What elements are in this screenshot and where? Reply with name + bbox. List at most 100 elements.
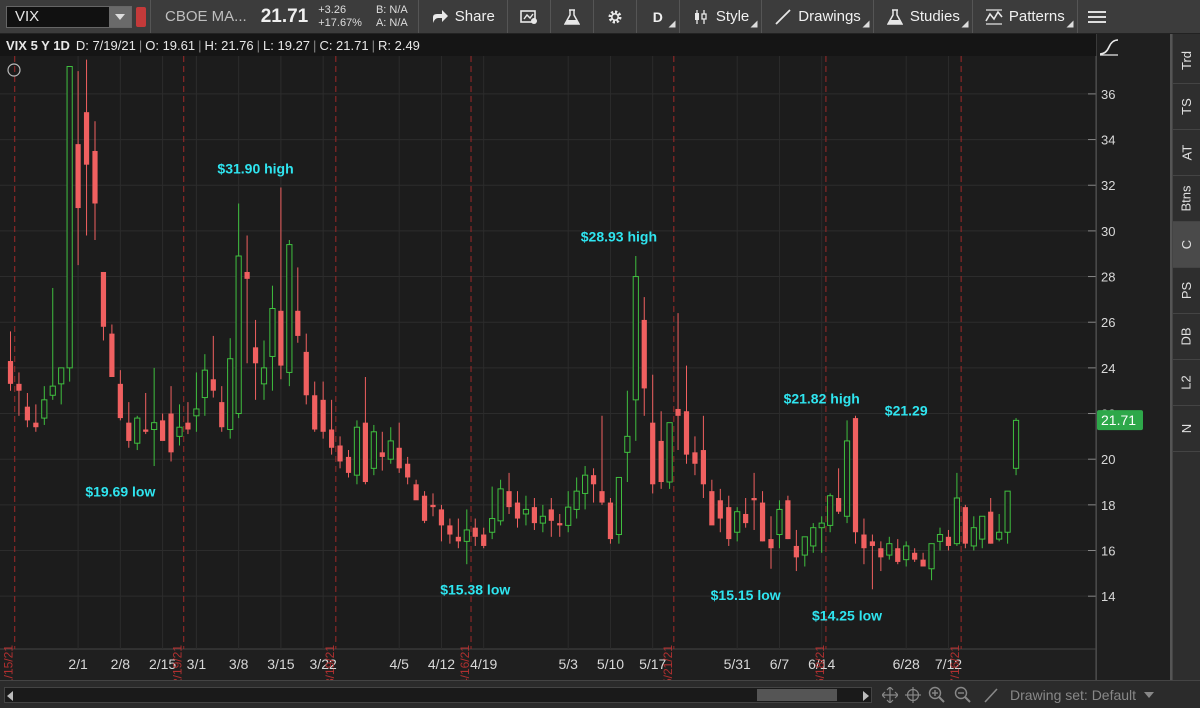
candle-body-down[interactable] [447,525,453,535]
candle-body-up[interactable] [615,476,622,536]
candle-body-down[interactable] [252,347,259,364]
candle-body-down[interactable] [24,406,30,421]
candle-body-down[interactable] [692,452,698,464]
candle-body-up[interactable] [624,435,631,453]
candle-body-up[interactable] [193,408,200,417]
candle-body-down[interactable] [700,450,706,485]
candle-body-down[interactable] [852,418,859,533]
candle-body-down[interactable] [548,509,554,521]
style-button[interactable]: Style [680,0,763,33]
candle-body-up[interactable] [928,543,935,570]
candle-body-down[interactable] [793,545,799,558]
candle-body-up[interactable] [970,527,977,547]
candle-body-up[interactable] [818,522,825,529]
candle-body-up[interactable] [886,543,893,556]
link-flag-icon[interactable] [136,6,146,27]
candle-body-down[interactable] [920,559,926,567]
candle-body-down[interactable] [641,319,647,389]
candle-body-up[interactable] [827,495,834,526]
candle-body-down[interactable] [168,413,174,453]
candle-body-down[interactable] [962,507,968,544]
candle-body-up[interactable] [565,506,572,526]
symbol-dropdown-icon[interactable] [109,6,131,27]
candle-body-up[interactable] [801,536,808,556]
candle-body-up[interactable] [58,367,65,385]
candle-body-down[interactable] [751,498,757,501]
scroll-thumb[interactable] [757,689,837,701]
candle-body-down[interactable] [312,395,318,430]
candle-body-up[interactable] [843,440,851,517]
candle-body-down[interactable] [421,495,428,521]
patterns-button[interactable]: Patterns [973,0,1078,33]
period-button[interactable]: D [637,0,680,33]
scroll-left-icon[interactable] [7,691,13,701]
candle-body-up[interactable] [176,426,183,437]
candle-body-up[interactable] [260,367,268,385]
sidebar-tab-btns[interactable]: Btns [1173,176,1200,222]
sidebar-tab-trd[interactable]: Trd [1173,38,1200,84]
candle-body-up[interactable] [497,488,504,522]
candle-body-down[interactable] [160,420,166,441]
candle-body-down[interactable] [185,422,191,430]
settings-button[interactable] [594,0,637,33]
candle-body-down[interactable] [329,429,335,448]
candle-body-down[interactable] [658,440,664,483]
symbol-input[interactable]: VIX [6,5,132,28]
drawings-button[interactable]: Drawings [762,0,874,33]
candle-body-down[interactable] [650,422,656,485]
price-chart[interactable]: 141618202224262830323436382/12/82/153/13… [0,56,1143,680]
candle-body-down[interactable] [126,422,132,441]
candle-body-down[interactable] [759,502,766,542]
candle-body-down[interactable] [988,511,994,544]
candle-body-down[interactable] [709,491,715,526]
candle-body-up[interactable] [666,422,673,483]
candle-body-up[interactable] [227,358,234,431]
candle-body-down[interactable] [861,534,867,549]
candle-body-up[interactable] [573,490,580,510]
candle-body-down[interactable] [303,351,309,396]
candle-body-down[interactable] [379,452,385,457]
scroll-right-icon[interactable] [863,691,869,701]
candle-body-down[interactable] [895,548,901,562]
candle-body-up[interactable] [66,66,73,369]
candle-body-down[interactable] [945,536,952,546]
candle-body-down[interactable] [396,447,402,469]
candle-body-up[interactable] [632,276,639,401]
thinkscript-lab-button[interactable] [551,0,594,33]
candle-body-down[interactable] [607,502,614,540]
candle-body-up[interactable] [286,244,293,373]
candle-body-down[interactable] [244,271,250,279]
candle-body-down[interactable] [743,513,749,524]
candle-body-down[interactable] [717,500,723,519]
candle-body-down[interactable] [869,541,875,546]
share-button[interactable]: Share [419,0,508,33]
candle-body-up[interactable] [353,426,361,476]
sidebar-tab-ps[interactable]: PS [1173,268,1200,314]
candle-body-up[interactable] [134,417,141,444]
candle-body-up[interactable] [151,422,158,431]
sidebar-tab-at[interactable]: AT [1173,130,1200,176]
candle-body-up[interactable] [1012,419,1020,469]
candle-body-down[interactable] [320,399,326,432]
candle-body-down[interactable] [413,484,419,501]
snapshot-button[interactable] [508,0,551,33]
chart-graph-icon[interactable] [1098,38,1120,56]
sidebar-tab-n[interactable]: N [1173,406,1200,452]
candle-body-up[interactable] [996,531,1003,540]
candle-body-up[interactable] [387,440,394,460]
candle-body-up[interactable] [979,515,986,540]
hamburger-menu-icon[interactable] [1078,0,1116,33]
candle-body-up[interactable] [522,508,530,515]
candle-body-up[interactable] [49,385,56,396]
sidebar-tab-l2[interactable]: L2 [1173,360,1200,406]
candle-body-down[interactable] [506,491,512,508]
candle-body-down[interactable] [455,536,461,542]
candle-body-down[interactable] [514,502,521,519]
candle-body-down[interactable] [675,408,681,416]
candle-body-up[interactable] [235,255,242,415]
candle-body-up[interactable] [734,511,741,533]
candle-body-down[interactable] [210,379,216,391]
candle-body-down[interactable] [785,500,791,540]
chart-svg[interactable]: 141618202224262830323436382/12/82/153/13… [0,56,1172,680]
zoom-in-icon[interactable] [927,685,947,705]
